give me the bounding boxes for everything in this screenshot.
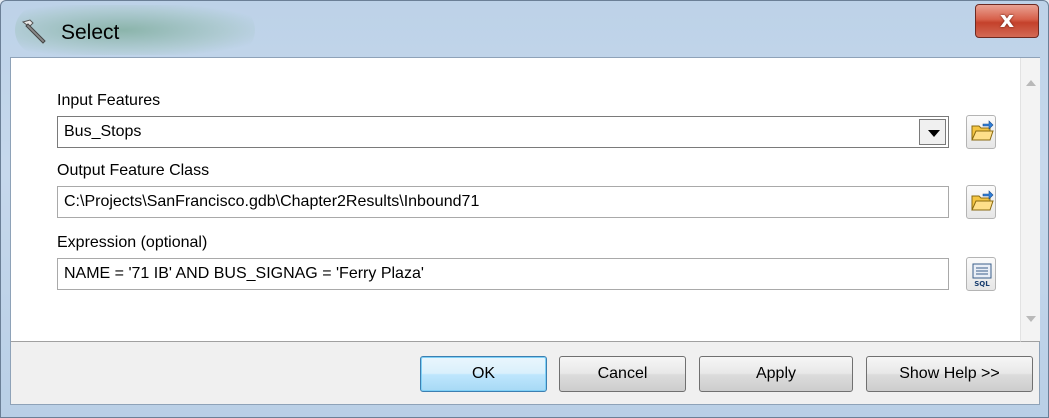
title-bar[interactable]: Select x	[1, 1, 1048, 57]
input-features-browse-button[interactable]	[966, 115, 996, 149]
expression-label: Expression (optional)	[57, 234, 208, 251]
folder-open-icon	[971, 120, 994, 141]
chevron-down-icon[interactable]	[919, 119, 946, 145]
show-help-button[interactable]: Show Help >>	[866, 356, 1033, 392]
close-icon: x	[999, 8, 1015, 33]
sql-icon-text: SQL	[974, 280, 990, 288]
apply-button[interactable]: Apply	[699, 356, 853, 392]
window-title: Select	[61, 21, 120, 44]
cancel-button[interactable]: Cancel	[559, 356, 686, 392]
close-button[interactable]: x	[975, 4, 1039, 38]
output-feature-class-field[interactable]: C:\Projects\SanFrancisco.gdb\Chapter2Res…	[57, 186, 949, 218]
scroll-up-arrow-icon[interactable]	[1026, 80, 1036, 86]
title-glow	[15, 5, 255, 55]
input-features-value: Bus_Stops	[64, 123, 142, 140]
sql-query-builder-button[interactable]: SQL	[966, 257, 996, 291]
folder-open-icon	[971, 190, 994, 211]
output-feature-class-browse-button[interactable]	[966, 185, 996, 219]
hammer-icon	[21, 19, 46, 44]
dialog-window: Select x Input Features Bus_Stops Output…	[0, 0, 1049, 418]
scroll-down-arrow-icon[interactable]	[1026, 316, 1036, 322]
dialog-body: Input Features Bus_Stops Output Feature …	[10, 57, 1040, 405]
parameters-panel: Input Features Bus_Stops Output Feature …	[11, 58, 1020, 342]
output-feature-class-label: Output Feature Class	[57, 162, 210, 179]
ok-button[interactable]: OK	[420, 356, 547, 392]
expression-field[interactable]: NAME = '71 IB' AND BUS_SIGNAG = 'Ferry P…	[57, 258, 949, 290]
input-features-label: Input Features	[57, 92, 161, 109]
input-features-dropdown[interactable]: Bus_Stops	[57, 116, 949, 148]
vertical-scrollbar[interactable]	[1020, 58, 1040, 342]
sql-icon: SQL	[972, 263, 992, 288]
